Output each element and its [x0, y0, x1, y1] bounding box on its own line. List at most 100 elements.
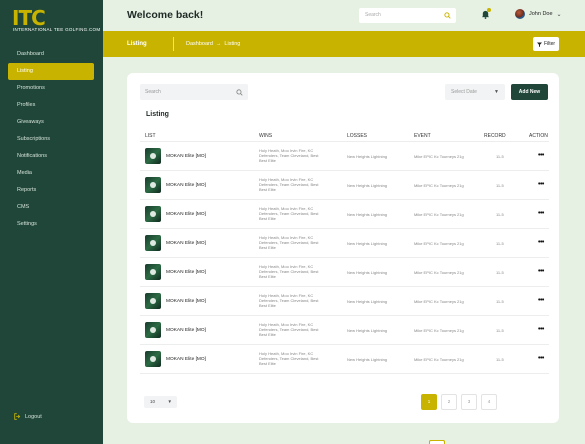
row-thumbnail	[145, 235, 161, 251]
row-wins: Holy Heath, Moo Irvin Fire, KC Defenders…	[259, 148, 319, 164]
logout-button[interactable]: Logout	[14, 413, 42, 420]
caret-down-icon: ▼	[494, 89, 499, 95]
row-event: Mike EPIC Kc Tourneys 21g	[414, 299, 464, 304]
more-icon[interactable]: •••	[538, 239, 544, 246]
per-page-value: 10	[150, 399, 156, 404]
row-record: 11-5	[496, 270, 504, 275]
more-icon[interactable]: •••	[538, 181, 544, 188]
page-button-3[interactable]: 3	[461, 394, 477, 410]
row-list-name: MOKAN Elite [MO]	[166, 299, 206, 304]
row-losses: New Heights Lightning	[347, 328, 388, 333]
row-record: 11-5	[496, 357, 504, 362]
row-list-name: MOKAN Elite [MO]	[166, 241, 206, 246]
page-button-2[interactable]: 2	[441, 394, 457, 410]
row-losses: New Heights Lightning	[347, 241, 388, 246]
row-record: 11-5	[496, 328, 504, 333]
logout-icon	[14, 413, 21, 420]
sidebar-item-listing[interactable]: Listing	[8, 63, 94, 80]
table-row[interactable]: MOKAN Elite [MO] Holy Heath, Moo Irvin Fi…	[140, 229, 549, 258]
more-icon[interactable]: •••	[538, 297, 544, 304]
row-wins: Holy Heath, Moo Irvin Fire, KC Defenders…	[259, 351, 319, 367]
sidebar-item-cms[interactable]: CMS	[8, 199, 94, 216]
brand-logo[interactable]: ITC INTERNATIONAL TEE GOLFING.COM	[12, 8, 100, 36]
row-record: 11-5	[496, 183, 504, 188]
table-header: LIST WINS LOSSES EVENT RECORD ACTION	[140, 128, 549, 142]
breadcrumb-listing: Listing	[224, 41, 241, 47]
per-page-select[interactable]: 10 ▼	[144, 396, 177, 408]
user-name: John Doe	[529, 11, 553, 17]
column-header-record: RECORD	[484, 133, 506, 139]
next-page-button[interactable]: »	[429, 440, 445, 444]
column-header-wins: WINS	[259, 133, 273, 139]
row-losses: New Heights Lightning	[347, 270, 388, 275]
user-menu[interactable]: John Doe ⌄	[515, 9, 562, 19]
sidebar-item-promotions[interactable]: Promotions	[8, 80, 94, 97]
filter-icon	[536, 42, 542, 47]
row-thumbnail	[145, 322, 161, 338]
row-thumbnail	[145, 351, 161, 367]
search-icon[interactable]	[236, 88, 243, 96]
table-row[interactable]: MOKAN Elite [MO] Holy Heath, Moo Irvin Fi…	[140, 200, 549, 229]
header-search-input[interactable]: Search	[359, 8, 456, 23]
table-row[interactable]: MOKAN Elite [MO] Holy Heath, Moo Irvin Fi…	[140, 316, 549, 345]
logo-subtext: INTERNATIONAL TEE GOLFING.COM	[13, 27, 101, 32]
row-record: 11-5	[496, 241, 504, 246]
more-icon[interactable]: •••	[538, 268, 544, 275]
date-select[interactable]: Select Date ▼	[445, 84, 505, 100]
table-row[interactable]: MOKAN Elite [MO] Holy Heath, Moo Irvin Fi…	[140, 345, 549, 374]
sidebar-item-giveaways[interactable]: Giveaways	[8, 114, 94, 131]
row-thumbnail	[145, 293, 161, 309]
page-button-4[interactable]: 4	[481, 394, 497, 410]
table-row[interactable]: MOKAN Elite [MO] Holy Heath, Moo Irvin Fi…	[140, 142, 549, 171]
filter-button[interactable]: Filter	[533, 37, 559, 51]
row-event: Mike EPIC Kc Tourneys 21g	[414, 183, 464, 188]
row-thumbnail	[145, 206, 161, 222]
subheader-divider	[173, 37, 174, 51]
listing-search-placeholder: Search	[145, 89, 161, 95]
more-icon[interactable]: •••	[538, 210, 544, 217]
row-wins: Holy Heath, Moo Irvin Fire, KC Defenders…	[259, 177, 319, 193]
row-wins: Holy Heath, Moo Irvin Fire, KC Defenders…	[259, 206, 319, 222]
search-icon[interactable]	[444, 12, 451, 19]
row-losses: New Heights Lightning	[347, 212, 388, 217]
row-list-name: MOKAN Elite [MO]	[166, 154, 206, 159]
table-row[interactable]: MOKAN Elite [MO] Holy Heath, Moo Irvin Fi…	[140, 287, 549, 316]
row-losses: New Heights Lightning	[347, 183, 388, 188]
more-icon[interactable]: •••	[538, 152, 544, 159]
row-event: Mike EPIC Kc Tourneys 21g	[414, 270, 464, 275]
breadcrumb-separator: →	[215, 41, 222, 47]
breadcrumb-dashboard[interactable]: Dashboard	[186, 41, 213, 47]
column-header-event: EVENT	[414, 133, 431, 139]
listing-search-input[interactable]: Search	[140, 84, 248, 100]
row-list-name: MOKAN Elite [MO]	[166, 212, 206, 217]
column-header-losses: LOSSES	[347, 133, 368, 139]
table-row[interactable]: MOKAN Elite [MO] Holy Heath, Moo Irvin Fi…	[140, 171, 549, 200]
row-event: Mike EPIC Kc Tourneys 21g	[414, 212, 464, 217]
avatar	[515, 9, 525, 19]
date-select-value: Select Date	[451, 89, 477, 95]
page-button-1[interactable]: 1	[421, 394, 437, 410]
listing-card: Search Select Date ▼ Add New Listing LIS…	[127, 73, 559, 444]
table-row[interactable]: MOKAN Elite [MO] Holy Heath, Moo Irvin Fi…	[140, 258, 549, 287]
sidebar-item-profiles[interactable]: Profiles	[8, 97, 94, 114]
sidebar-item-subscriptions[interactable]: Subscriptions	[8, 131, 94, 148]
row-thumbnail	[145, 264, 161, 280]
filter-label: Filter	[543, 41, 556, 47]
row-list-name: MOKAN Elite [MO]	[166, 328, 206, 333]
column-header-action: ACTION	[529, 133, 548, 139]
chevron-down-icon: ⌄	[556, 11, 562, 18]
row-wins: Holy Heath, Moo Irvin Fire, KC Defenders…	[259, 264, 319, 280]
row-losses: New Heights Lightning	[347, 154, 388, 159]
add-new-button[interactable]: Add New	[511, 84, 548, 100]
logout-label: Logout	[25, 413, 42, 420]
sidebar-item-notifications[interactable]: Notifications	[8, 148, 94, 165]
sidebar-item-settings[interactable]: Settings	[8, 216, 94, 233]
more-icon[interactable]: •••	[538, 355, 544, 362]
sidebar-item-reports[interactable]: Reports	[8, 182, 94, 199]
row-wins: Holy Heath, Moo Irvin Fire, KC Defenders…	[259, 235, 319, 251]
row-list-name: MOKAN Elite [MO]	[166, 183, 206, 188]
sidebar-item-dashboard[interactable]: Dashboard	[8, 46, 94, 63]
sidebar-item-media[interactable]: Media	[8, 165, 94, 182]
more-icon[interactable]: •••	[538, 326, 544, 333]
row-wins: Holy Heath, Moo Irvin Fire, KC Defenders…	[259, 293, 319, 309]
